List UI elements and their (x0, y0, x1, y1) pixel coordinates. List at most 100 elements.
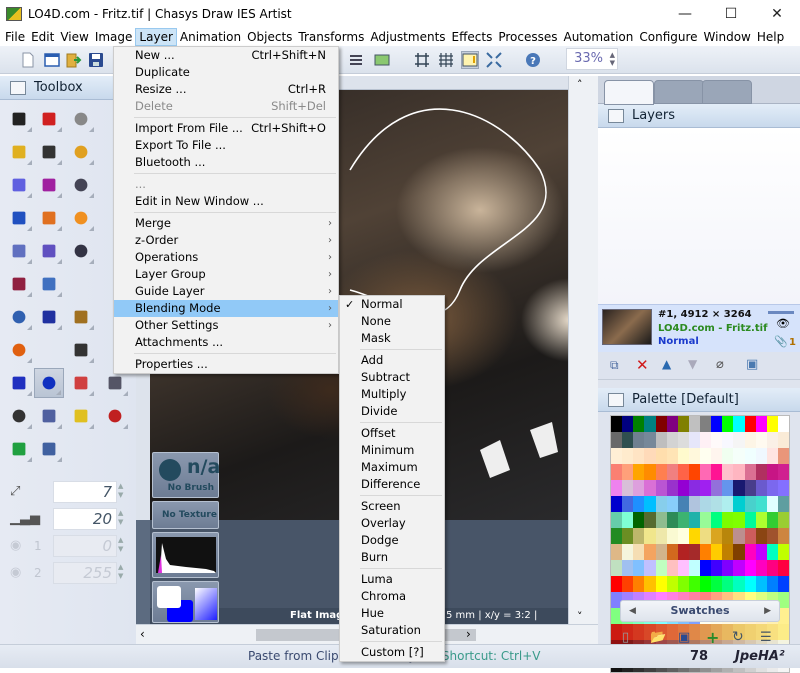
palette-swatch[interactable] (688, 432, 700, 448)
palette-swatch[interactable] (633, 496, 645, 512)
param-spinner[interactable]: ▲ ▼ (118, 509, 123, 527)
palette-swatch[interactable] (644, 480, 656, 496)
palette-swatch[interactable] (611, 528, 623, 544)
layer-menu-item-bluetooth[interactable]: Bluetooth ... (114, 154, 338, 171)
palette-swatch[interactable] (611, 512, 623, 528)
palette-swatch[interactable] (655, 416, 667, 432)
palette-swatch[interactable] (711, 432, 723, 448)
refresh-icon[interactable]: ↻ (732, 629, 744, 645)
palette-swatch[interactable] (666, 448, 678, 464)
param-spinner[interactable]: ▲ ▼ (118, 563, 123, 581)
open-palette-icon[interactable]: 📂 (650, 630, 666, 645)
menu-file[interactable]: File (2, 28, 28, 46)
palette-swatch[interactable] (722, 480, 734, 496)
param-value-input[interactable]: 255 (53, 562, 117, 584)
palette-swatch[interactable] (622, 480, 634, 496)
tool-cube[interactable] (34, 401, 64, 431)
layer-properties-icon[interactable]: ▣ (746, 357, 758, 372)
tool-signature[interactable] (66, 335, 96, 365)
layer-menu-item-operations[interactable]: Operations › (114, 249, 338, 266)
palette-swatch[interactable] (633, 480, 645, 496)
menu-help[interactable]: Help (754, 28, 787, 46)
move-up-icon[interactable]: ▲ (662, 357, 671, 371)
palette-swatch[interactable] (611, 560, 623, 576)
histogram-card[interactable] (152, 532, 219, 578)
tool-text-effect[interactable] (100, 401, 130, 431)
tool-line[interactable] (4, 368, 34, 398)
palette-swatch[interactable] (722, 544, 734, 560)
palette-swatch[interactable] (777, 528, 789, 544)
palette-swatch[interactable] (766, 448, 778, 464)
palette-swatch[interactable] (777, 576, 789, 592)
tool-paint-bucket[interactable] (4, 269, 34, 299)
palette-swatch[interactable] (711, 528, 723, 544)
tool-selection[interactable] (4, 302, 34, 332)
new-palette-icon[interactable]: ▯ (622, 630, 629, 645)
layer-menu-item-attachments[interactable]: Attachments ... (114, 334, 338, 351)
brush-card[interactable]: n/a No Brush (152, 452, 220, 498)
tool-scatter-brush[interactable] (4, 170, 34, 200)
palette-swatch[interactable] (744, 432, 756, 448)
blend-menu-item-multiply[interactable]: Multiply (340, 386, 444, 403)
palette-swatch[interactable] (666, 416, 678, 432)
tool-eyedropper[interactable] (66, 104, 96, 134)
palette-swatch[interactable] (744, 576, 756, 592)
palette-swatch[interactable] (733, 560, 745, 576)
palette-swatch[interactable] (711, 464, 723, 480)
palette-swatch[interactable] (733, 480, 745, 496)
palette-swatch[interactable] (755, 544, 767, 560)
palette-swatch[interactable] (766, 512, 778, 528)
palette-swatch[interactable] (777, 448, 789, 464)
layer-menu-item-guide-layer[interactable]: Guide Layer › (114, 283, 338, 300)
layer-menu-item-resize[interactable]: Resize ... Ctrl+R (114, 81, 338, 98)
palette-swatch[interactable] (677, 528, 689, 544)
tool-shapes[interactable] (66, 368, 96, 398)
palette-swatch[interactable] (611, 480, 623, 496)
palette-swatch[interactable] (700, 432, 712, 448)
tab-files[interactable] (702, 80, 752, 104)
tool-paintbrush[interactable] (4, 137, 34, 167)
tool-triangle[interactable] (34, 236, 64, 266)
palette-swatch[interactable] (611, 576, 623, 592)
maximize-button[interactable]: ☐ (708, 0, 754, 28)
palette-swatch[interactable] (755, 512, 767, 528)
menu-automation[interactable]: Automation (560, 28, 636, 46)
palette-swatch[interactable] (766, 464, 778, 480)
layers-stack-icon[interactable] (348, 52, 364, 68)
blend-menu-item-maximum[interactable]: Maximum (340, 459, 444, 476)
menu-window[interactable]: Window (701, 28, 754, 46)
palette-swatch[interactable] (733, 512, 745, 528)
palette-swatch[interactable] (622, 528, 634, 544)
blend-menu-item-chroma[interactable]: Chroma (340, 588, 444, 605)
palette-swatch[interactable] (688, 560, 700, 576)
palette-swatch[interactable] (777, 464, 789, 480)
palette-swatch[interactable] (655, 496, 667, 512)
help-icon[interactable]: ? (525, 52, 541, 68)
palette-swatch[interactable] (711, 480, 723, 496)
image-icon[interactable] (374, 52, 390, 68)
palette-swatch[interactable] (644, 512, 656, 528)
palette-swatch[interactable] (711, 576, 723, 592)
layer-menu-item-blending-mode[interactable]: Blending Mode › (114, 300, 338, 317)
palette-swatch[interactable] (722, 416, 734, 432)
palette-swatch[interactable] (633, 576, 645, 592)
palette-swatch[interactable] (744, 544, 756, 560)
palette-swatch[interactable] (644, 528, 656, 544)
tool-droplet[interactable] (4, 236, 34, 266)
window-icon[interactable] (44, 52, 60, 68)
palette-swatch[interactable] (733, 528, 745, 544)
param-value-input[interactable]: 20 (53, 508, 117, 530)
palette-swatch[interactable] (655, 576, 667, 592)
palette-swatch[interactable] (644, 560, 656, 576)
palette-swatch[interactable] (611, 544, 623, 560)
palette-swatch[interactable] (666, 512, 678, 528)
palette-swatch[interactable] (700, 480, 712, 496)
palette-swatch[interactable] (766, 496, 778, 512)
palette-swatch[interactable] (722, 448, 734, 464)
tool-gradient-fill[interactable] (34, 269, 64, 299)
view-mode-icon[interactable] (461, 51, 479, 69)
palette-swatch[interactable] (733, 432, 745, 448)
scroll-left-icon[interactable]: ‹ (140, 627, 145, 641)
zoom-spinner[interactable]: ▲ ▼ (610, 51, 615, 67)
palette-swatch[interactable] (611, 496, 623, 512)
